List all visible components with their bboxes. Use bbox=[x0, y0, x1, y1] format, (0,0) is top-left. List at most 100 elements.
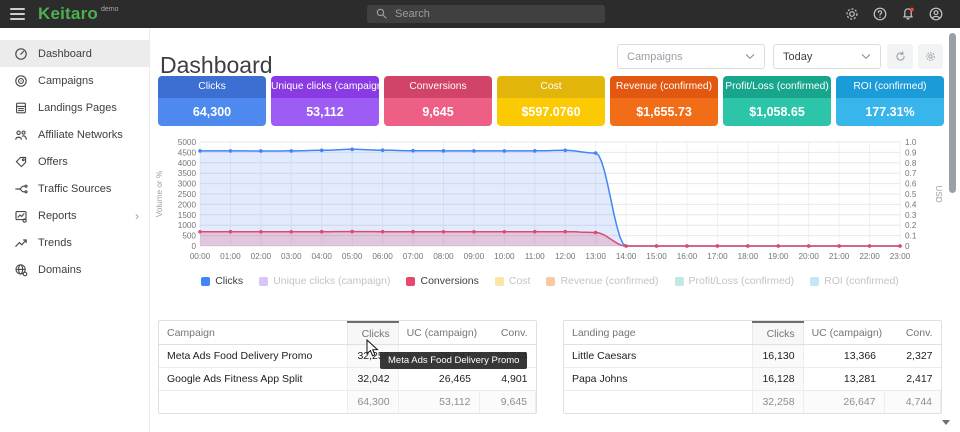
sidebar-item-dashboard[interactable]: Dashboard bbox=[0, 40, 149, 67]
row-value-cell: 26,465 bbox=[398, 368, 479, 391]
svg-text:0.5: 0.5 bbox=[905, 190, 917, 199]
column-header-uc-campaign-[interactable]: UC (campaign) bbox=[803, 322, 884, 345]
column-header-landing-page[interactable]: Landing page bbox=[564, 322, 752, 345]
sidebar-item-label: Reports bbox=[38, 210, 77, 222]
settings-icon[interactable] bbox=[844, 6, 860, 22]
metric-card-value: $1,655.73 bbox=[610, 98, 718, 126]
sidebar-item-offers[interactable]: Offers bbox=[0, 148, 149, 175]
legend-item-unique-clicks-campaign-[interactable]: Unique clicks (campaign) bbox=[259, 275, 390, 287]
svg-text:0.9: 0.9 bbox=[905, 148, 917, 157]
metric-card-revenue-confirmed-[interactable]: Revenue (confirmed)$1,655.73 bbox=[610, 76, 718, 126]
legend-item-revenue-confirmed-[interactable]: Revenue (confirmed) bbox=[546, 275, 658, 287]
main-content: Dashboard Campaigns Today Clicks64,300Un… bbox=[150, 28, 960, 432]
metric-card-label: ROI (confirmed) bbox=[836, 76, 944, 98]
sidebar-item-reports[interactable]: Reports › bbox=[0, 202, 149, 229]
legend-item-profit-loss-confirmed-[interactable]: Profit/Loss (confirmed) bbox=[675, 275, 795, 287]
brand-logo[interactable]: Keitaro bbox=[38, 0, 98, 28]
metric-card-unique-clicks-campaign-[interactable]: Unique clicks (campaign)53,112 bbox=[271, 76, 379, 126]
svg-text:5000: 5000 bbox=[178, 138, 197, 147]
svg-text:06:00: 06:00 bbox=[372, 252, 393, 261]
row-value-cell: 16,128 bbox=[752, 368, 803, 391]
metric-card-conversions[interactable]: Conversions9,645 bbox=[384, 76, 492, 126]
metric-card-profit-loss-confirmed-[interactable]: Profit/Loss (confirmed)$1,058.65 bbox=[723, 76, 831, 126]
svg-text:0.2: 0.2 bbox=[905, 221, 917, 230]
sidebar-item-domains[interactable]: Domains bbox=[0, 256, 149, 283]
campaigns-filter-value: Campaigns bbox=[627, 51, 683, 63]
legend-item-clicks[interactable]: Clicks bbox=[201, 275, 243, 287]
column-header-clicks[interactable]: Clicks bbox=[752, 322, 803, 345]
scrollbar-thumb[interactable] bbox=[949, 33, 956, 193]
sidebar-item-traffic-sources[interactable]: Traffic Sources bbox=[0, 175, 149, 202]
legend-label: Unique clicks (campaign) bbox=[273, 275, 390, 287]
svg-text:09:00: 09:00 bbox=[464, 252, 485, 261]
column-header-conv-[interactable]: Conv. bbox=[884, 322, 940, 345]
sidebar-item-trends[interactable]: Trends bbox=[0, 229, 149, 256]
svg-text:17:00: 17:00 bbox=[707, 252, 728, 261]
refresh-button[interactable] bbox=[887, 44, 913, 69]
svg-text:0.4: 0.4 bbox=[905, 200, 917, 209]
sidebar-item-label: Domains bbox=[38, 264, 81, 276]
column-header-uc-campaign-[interactable]: UC (campaign) bbox=[398, 322, 479, 345]
column-header-clicks[interactable]: Clicks bbox=[347, 322, 398, 345]
timeseries-chart[interactable]: 005000.110000.215000.320000.425000.53000… bbox=[150, 132, 950, 270]
totals-empty-cell bbox=[159, 391, 347, 414]
metric-card-cost[interactable]: Cost$597.0760 bbox=[497, 76, 605, 126]
svg-text:02:00: 02:00 bbox=[251, 252, 272, 261]
search-input[interactable]: Search bbox=[367, 5, 605, 23]
svg-text:04:00: 04:00 bbox=[311, 252, 332, 261]
sidebar-item-campaigns[interactable]: Campaigns bbox=[0, 67, 149, 94]
date-range-select[interactable]: Today bbox=[773, 44, 881, 69]
app-root: Keitaro demo Search DashboardCampaignsLa… bbox=[0, 0, 960, 432]
search-icon bbox=[375, 7, 389, 21]
svg-text:Volume or %: Volume or % bbox=[155, 171, 164, 217]
svg-text:4000: 4000 bbox=[178, 159, 197, 168]
totals-value-cell: 64,300 bbox=[347, 391, 398, 414]
svg-text:18:00: 18:00 bbox=[738, 252, 759, 261]
legend-swatch bbox=[675, 277, 684, 286]
row-value-cell: 32,042 bbox=[347, 368, 398, 391]
traffic-sources-icon bbox=[14, 182, 28, 196]
legend-label: ROI (confirmed) bbox=[824, 275, 899, 287]
row-name-cell: Meta Ads Food Delivery Promo bbox=[159, 345, 347, 368]
table-row[interactable]: Google Ads Fitness App Split32,04226,465… bbox=[159, 368, 536, 391]
svg-text:12:00: 12:00 bbox=[555, 252, 576, 261]
notifications-icon[interactable] bbox=[900, 6, 916, 22]
metric-card-label: Cost bbox=[497, 76, 605, 98]
legend-swatch bbox=[495, 277, 504, 286]
legend-label: Clicks bbox=[215, 275, 243, 287]
svg-text:3000: 3000 bbox=[178, 180, 197, 189]
sidebar-item-label: Affiliate Networks bbox=[38, 129, 123, 141]
sidebar-item-label: Landings Pages bbox=[38, 102, 117, 114]
landing-pages-table: Landing pageClicksUC (campaign)Conv.Litt… bbox=[563, 320, 942, 414]
svg-text:23:00: 23:00 bbox=[890, 252, 911, 261]
sidebar-item-affiliate-networks[interactable]: Affiliate Networks bbox=[0, 121, 149, 148]
legend-swatch bbox=[546, 277, 555, 286]
svg-text:08:00: 08:00 bbox=[433, 252, 454, 261]
row-value-cell: 16,130 bbox=[752, 345, 803, 368]
svg-text:10:00: 10:00 bbox=[494, 252, 515, 261]
metric-card-clicks[interactable]: Clicks64,300 bbox=[158, 76, 266, 126]
metric-card-label: Revenue (confirmed) bbox=[610, 76, 718, 98]
account-icon[interactable] bbox=[928, 6, 944, 22]
chevron-down-icon bbox=[745, 53, 755, 60]
sidebar-item-landings-pages[interactable]: Landings Pages bbox=[0, 94, 149, 121]
column-header-conv-[interactable]: Conv. bbox=[479, 322, 535, 345]
scrollbar-down-arrow[interactable] bbox=[942, 420, 950, 425]
refresh-icon bbox=[894, 50, 907, 63]
legend-item-conversions[interactable]: Conversions bbox=[406, 275, 478, 287]
table-row[interactable]: Papa Johns16,12813,2812,417 bbox=[564, 368, 941, 391]
dashboard-settings-button[interactable] bbox=[918, 44, 943, 69]
row-value-cell: 13,366 bbox=[803, 345, 884, 368]
row-tooltip: Meta Ads Food Delivery Promo bbox=[380, 352, 527, 369]
metric-card-roi-confirmed-[interactable]: ROI (confirmed)177.31% bbox=[836, 76, 944, 126]
date-range-value: Today bbox=[783, 51, 812, 63]
column-header-campaign[interactable]: Campaign bbox=[159, 322, 347, 345]
legend-item-cost[interactable]: Cost bbox=[495, 275, 531, 287]
table-row[interactable]: Little Caesars16,13013,3662,327 bbox=[564, 345, 941, 368]
svg-text:4500: 4500 bbox=[178, 148, 197, 157]
help-icon[interactable] bbox=[872, 6, 888, 22]
legend-item-roi-confirmed-[interactable]: ROI (confirmed) bbox=[810, 275, 899, 287]
hamburger-menu-icon[interactable] bbox=[10, 8, 25, 20]
chevron-right-icon: › bbox=[135, 210, 139, 222]
campaigns-filter-select[interactable]: Campaigns bbox=[617, 44, 765, 69]
